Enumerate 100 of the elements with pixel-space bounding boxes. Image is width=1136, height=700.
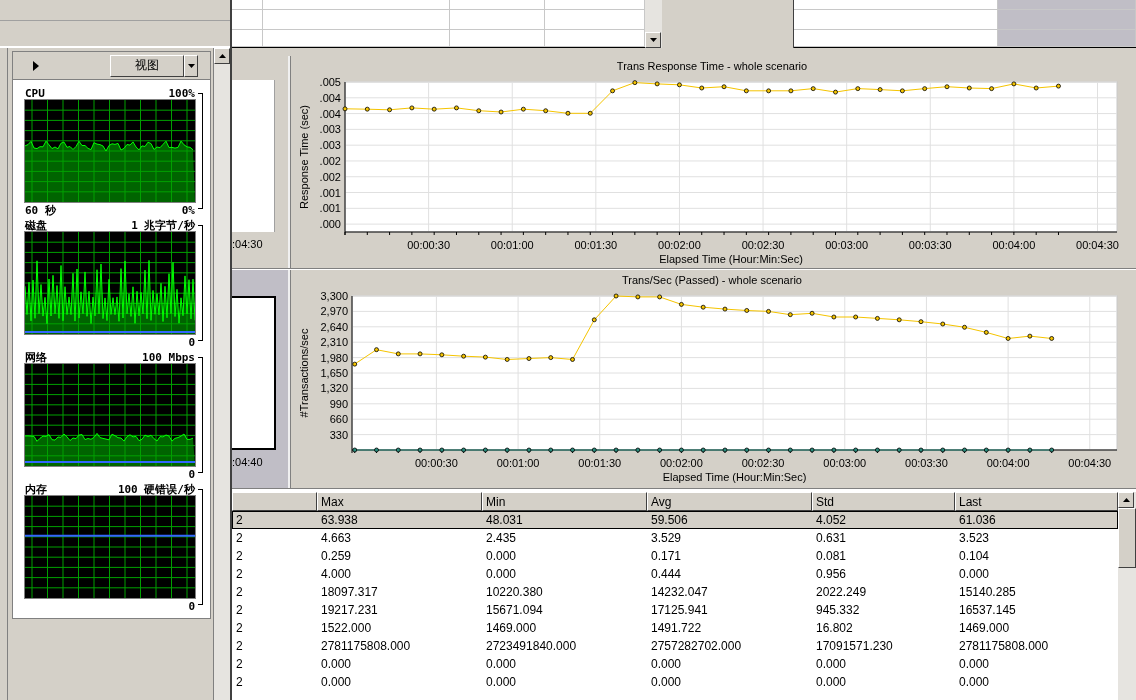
column-header[interactable]: Avg (647, 492, 812, 511)
data-point (831, 314, 837, 320)
data-point (700, 304, 706, 310)
table-cell-text: 17125.941 (650, 602, 709, 618)
data-point (483, 354, 488, 360)
data-point (1049, 336, 1055, 341)
caret-icon (1122, 498, 1130, 502)
table-cell-text: 0.444 (650, 566, 683, 582)
table-row[interactable]: 2 63.938 48.031 59.506 4.052 61.036 (232, 511, 1118, 529)
scale-max-label: 100% (168, 86, 195, 100)
data-point (635, 447, 641, 453)
scroll-up-button[interactable] (214, 48, 230, 64)
table-cell-text: 0.000 (650, 674, 683, 690)
data-point (417, 447, 423, 453)
tick-label: 330 (329, 428, 348, 441)
time-span-label: 60 秒 (25, 202, 56, 218)
dropdown-button[interactable] (184, 54, 198, 77)
table-cell-text: 0.000 (650, 656, 683, 672)
data-point (613, 447, 619, 453)
data-point (922, 86, 928, 92)
data-point (962, 447, 967, 453)
table-cell-text: 16537.145 (958, 602, 1017, 618)
data-point (591, 447, 597, 453)
scale-max-label: 100 硬错误/秒 (117, 481, 195, 497)
data-point (744, 308, 750, 313)
table-cell-text: 0.000 (320, 674, 353, 690)
table-cell-text: 0.259 (320, 548, 353, 564)
column-header[interactable]: Last (955, 492, 1118, 511)
data-point (896, 317, 902, 323)
tick-label: .001 (319, 186, 341, 199)
data-point (918, 447, 924, 453)
data-point (962, 324, 967, 330)
data-point (900, 88, 905, 94)
data-point (721, 84, 727, 90)
data-point (699, 85, 705, 91)
data-point (570, 357, 575, 362)
data-point (875, 447, 880, 453)
table-cell-text: 15671.094 (485, 602, 544, 618)
data-point (417, 351, 423, 357)
table-cell-text: 0.000 (485, 674, 518, 690)
table-cell-text: 945.332 (815, 602, 861, 618)
data-point (743, 88, 749, 94)
view-button[interactable]: 视图 (110, 54, 184, 77)
table-cell-text: 4.052 (815, 512, 848, 528)
table-cell-text: 0.956 (815, 566, 848, 582)
column-header[interactable] (232, 492, 317, 511)
table-cell-text: 2 (235, 620, 244, 636)
table-cell-text: 0.631 (815, 530, 848, 546)
table-cell-text: 2 (235, 584, 244, 600)
table-cell-text: 2 (235, 638, 244, 654)
tick-label: 00:04:00 (992, 239, 1036, 251)
data-point (896, 447, 902, 453)
tick-label: 00:04:00 (986, 457, 1030, 469)
table-cell-text: 0.000 (815, 674, 848, 690)
data-point (504, 357, 510, 362)
data-point (940, 447, 946, 453)
data-point (1027, 447, 1033, 453)
table-cell-text: 0.000 (320, 656, 353, 672)
table-cell-text: 2781175808.000 (320, 638, 412, 654)
column-header[interactable]: Max (317, 492, 482, 511)
data-point (352, 361, 358, 367)
data-point (966, 85, 972, 91)
table-cell-text: 0.081 (815, 548, 848, 564)
tick-label: 00:03:00 (825, 239, 869, 251)
data-point (461, 447, 466, 453)
data-point (1027, 333, 1033, 339)
scroll-thumb[interactable] (1118, 508, 1136, 568)
data-point (722, 447, 728, 453)
table-cell-text: 2 (235, 512, 244, 528)
data-point (989, 86, 994, 92)
data-point (1005, 447, 1011, 453)
data-point (983, 447, 989, 453)
data-point (570, 447, 575, 453)
axis-title: #Transactions/sec (298, 328, 310, 418)
column-header[interactable]: Min (482, 492, 647, 511)
caret-icon (649, 38, 657, 42)
data-point (565, 110, 571, 116)
table-cell-text: 63.938 (320, 512, 359, 528)
data-point (352, 447, 358, 453)
data-point (875, 316, 880, 321)
scale-min-label: 0 (188, 467, 195, 481)
table-cell-text: 4.000 (320, 566, 353, 582)
table-cell-text: 1469.000 (485, 620, 538, 636)
caret-icon (218, 54, 226, 58)
tick-label: 00:03:00 (823, 457, 867, 469)
column-header[interactable]: Std (812, 492, 955, 511)
data-point (831, 447, 837, 453)
table-cell-text: 2 (235, 548, 244, 564)
play-icon[interactable] (33, 60, 39, 71)
tick-label: 00:01:00 (490, 239, 534, 251)
tick-label: 00:03:30 (905, 457, 948, 469)
table-cell-text: 2781175808.000 (958, 638, 1050, 654)
data-point (387, 107, 392, 113)
caret-icon (187, 63, 195, 68)
table-cell-text: 15140.285 (958, 584, 1017, 600)
tick-label: 00:02:00 (658, 239, 701, 251)
tick-label: 00:00:30 (407, 239, 450, 251)
tick-label: 2,970 (320, 305, 348, 318)
scroll-down-button[interactable] (645, 32, 661, 48)
scroll-up-button[interactable] (1118, 492, 1134, 508)
